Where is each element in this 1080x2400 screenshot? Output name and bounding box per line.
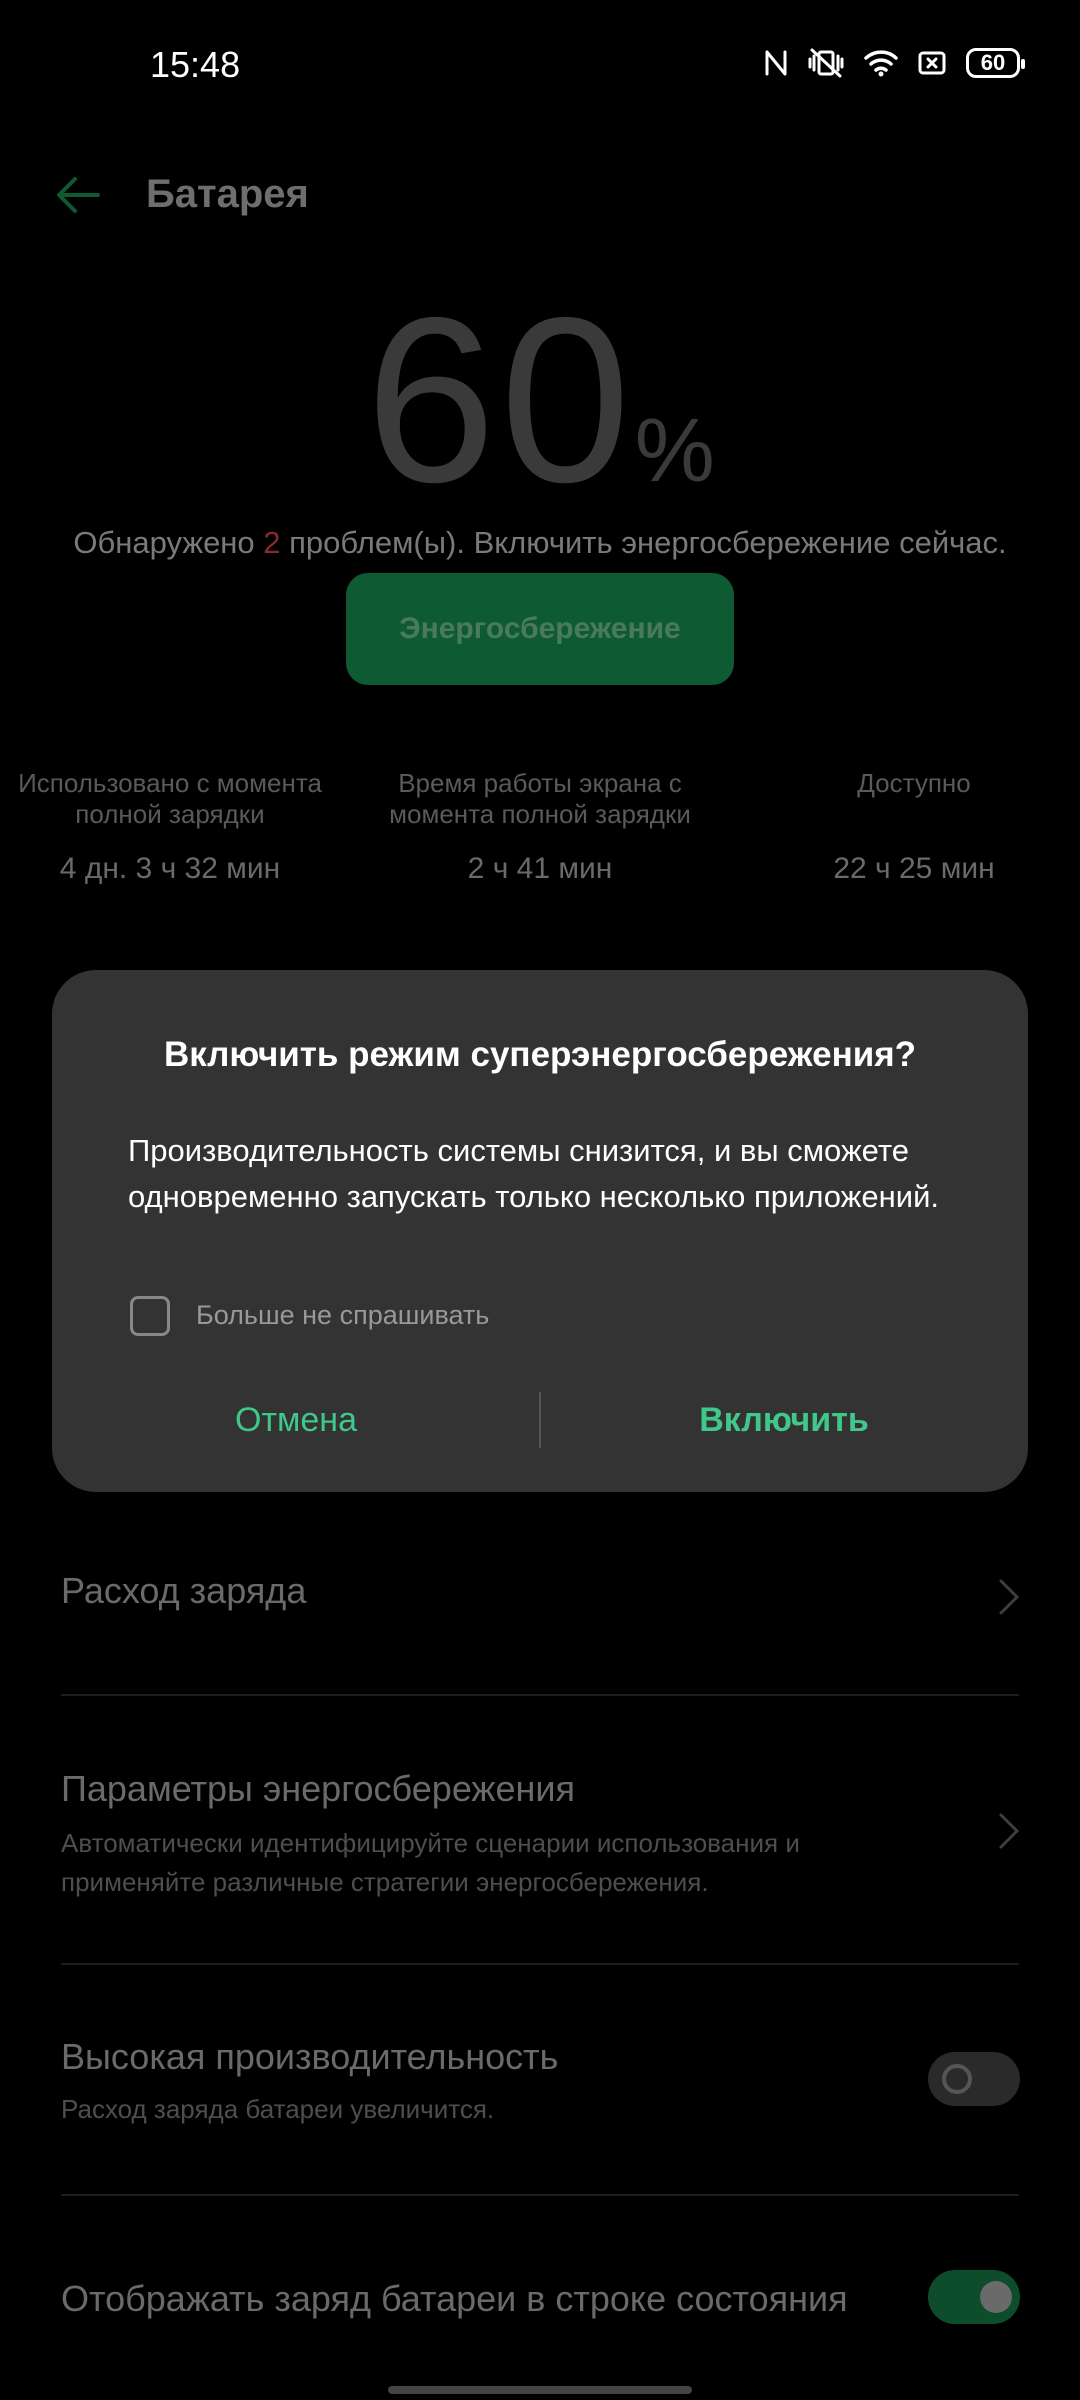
settings-item-title: Параметры энергосбережения <box>61 1768 576 1809</box>
divider <box>61 1963 1019 1965</box>
high-performance-toggle[interactable] <box>928 2052 1020 2106</box>
chevron-right-icon <box>999 1579 1020 1615</box>
settings-item-title: Расход заряда <box>61 1570 307 1611</box>
battery-percent-value: 60 <box>365 268 635 531</box>
divider <box>61 2194 1019 2196</box>
settings-item-subtitle: Автоматически идентифицируйте сценарии и… <box>61 1828 800 1897</box>
vibrate-icon <box>808 48 844 78</box>
battery-icon: 60 <box>966 48 1025 78</box>
dont-ask-label[interactable]: Больше не спрашивать <box>196 1300 489 1331</box>
settings-item-title: Отображать заряд батареи в строке состоя… <box>61 2278 848 2319</box>
page-title: Батарея <box>146 172 309 216</box>
toggle-knob <box>942 2064 972 2094</box>
home-indicator[interactable] <box>388 2386 692 2394</box>
dialog-title: Включить режим суперэнергосбережения? <box>163 1035 917 1074</box>
nfc-icon <box>765 50 787 76</box>
cancel-button[interactable]: Отмена <box>52 1370 540 1470</box>
problems-count: 2 <box>263 525 281 560</box>
settings-item-show-battery-percent[interactable]: Отображать заряд батареи в строке состоя… <box>61 2278 921 2320</box>
settings-item-high-performance[interactable]: Высокая производительность Расход заряда… <box>61 2036 921 2129</box>
chevron-right-icon <box>999 1813 1020 1849</box>
settings-item-saver-params[interactable]: Параметры энергосбережения Автоматически… <box>61 1768 941 1902</box>
status-icons: 60 <box>764 48 1025 78</box>
battery-percent: 60% <box>0 282 1080 517</box>
divider <box>61 1694 1019 1696</box>
toggle-knob <box>980 2281 1012 2313</box>
sim-icon <box>918 51 946 75</box>
enable-button[interactable]: Включить <box>540 1370 1028 1470</box>
power-saver-button[interactable]: Энергосбережение <box>346 573 734 685</box>
show-battery-percent-toggle[interactable] <box>928 2270 1020 2324</box>
settings-item-title: Высокая производительность <box>61 2036 559 2077</box>
stat-screen-time: Время работы экрана с момента полной зар… <box>389 768 691 885</box>
super-saver-dialog: Включить режим суперэнергосбережения? Пр… <box>52 970 1028 1492</box>
dont-ask-checkbox[interactable] <box>130 1296 170 1336</box>
settings-item-consumption[interactable]: Расход заряда <box>61 1570 1019 1670</box>
status-time: 15:48 <box>150 44 241 85</box>
settings-item-subtitle: Расход заряда батареи увеличится. <box>61 2094 495 2124</box>
dialog-message: Производительность системы снизится, и в… <box>128 1133 940 1214</box>
problems-text: Обнаружено 2 проблем(ы). Включить энерго… <box>73 525 1007 560</box>
arrow-left-icon[interactable] <box>55 175 101 215</box>
stat-available: Доступно 22 ч 25 мин <box>833 768 995 885</box>
wifi-icon <box>864 50 898 77</box>
battery-percent-sign: % <box>634 401 715 501</box>
stat-used-since-charge: Использовано с момента полной зарядки 4 … <box>18 768 322 885</box>
